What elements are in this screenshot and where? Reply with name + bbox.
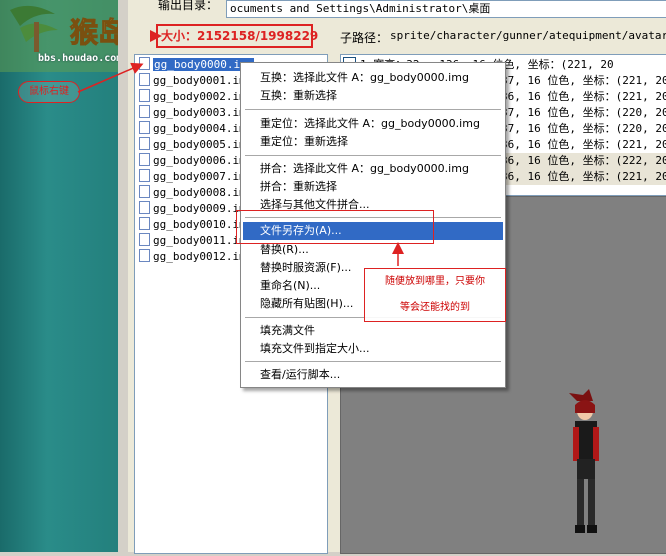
mouse-arrow xyxy=(77,62,144,93)
annotation-arrows xyxy=(77,30,404,266)
